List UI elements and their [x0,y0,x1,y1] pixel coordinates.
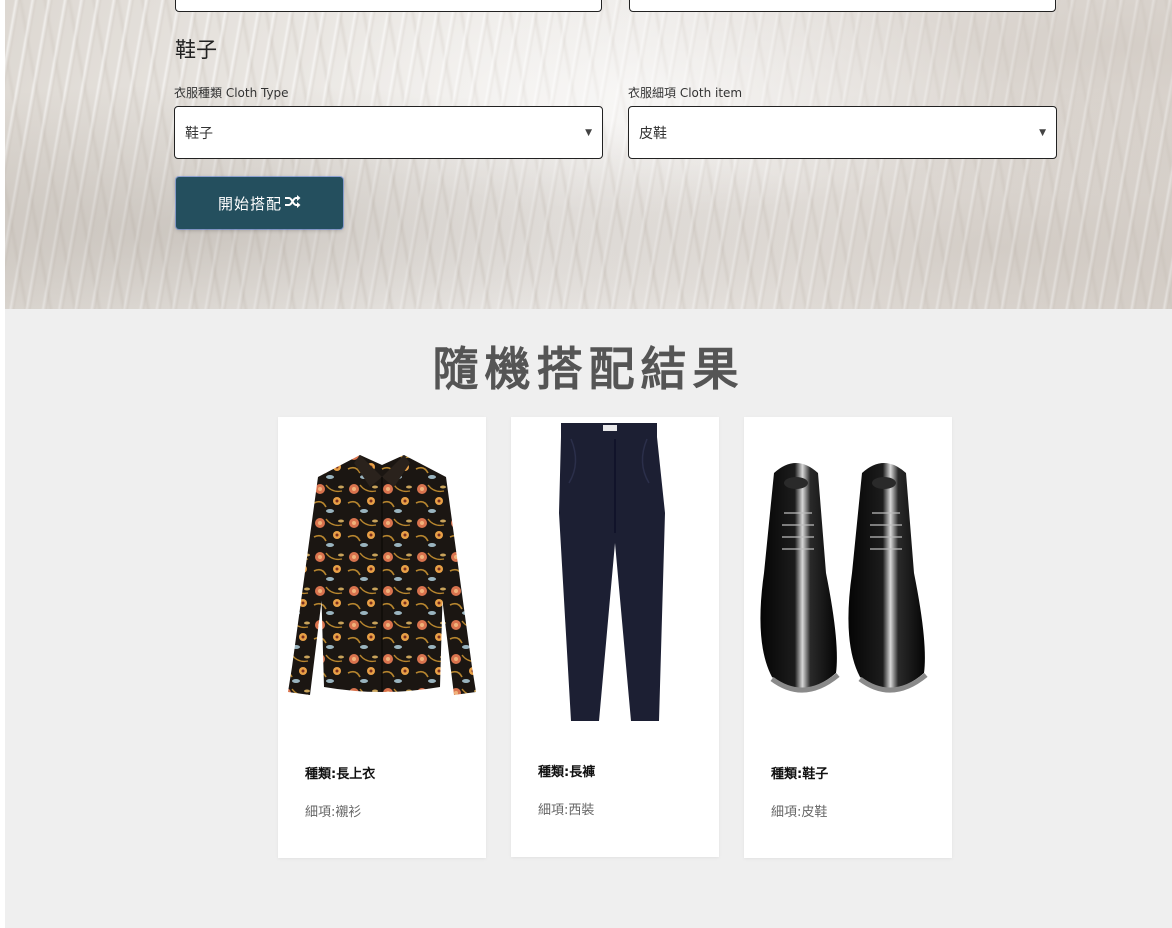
cloth-type-value: 鞋子 [185,125,213,142]
item-type: 種類:鞋子 [771,767,829,782]
cloth-type-label: 衣服種類 Cloth Type [174,86,289,100]
cloth-type-select[interactable]: 鞋子 ▼ [174,106,603,159]
result-card-shirt[interactable]: 種類:長上衣 細項:襯衫 [278,417,486,858]
item-detail: 細項:襯衫 [305,805,362,820]
cloth-item-label: 衣服細項 Cloth item [628,86,743,100]
result-card-shoes[interactable]: 種類:鞋子 細項:皮鞋 [744,417,952,858]
dropdown-arrow-icon: ▼ [585,127,592,138]
section-title: 鞋子 [175,38,217,62]
floral-shirt-image [288,455,476,695]
start-button-label: 開始搭配 [217,195,282,213]
shuffle-icon [284,194,301,212]
black-leather-shoes-image [760,463,928,693]
cloth-item-value: 皮鞋 [639,125,667,142]
item-detail: 細項:西裝 [538,803,595,818]
results-section: 隨機搭配結果 種類:長上衣 細項:襯衫 種類:長褲 細項:西裝 種類:鞋子 細項… [5,309,1172,928]
dropdown-arrow-icon: ▼ [1039,127,1046,138]
result-card-trousers[interactable]: 種類:長褲 細項:西裝 [511,417,719,857]
cloth-item-select[interactable]: 皮鞋 ▼ [628,106,1057,159]
results-title: 隨機搭配結果 [432,342,745,396]
start-matching-button[interactable]: 開始搭配 [176,177,343,229]
previous-select-right[interactable] [629,0,1056,12]
item-detail: 細項:皮鞋 [771,805,828,820]
item-type: 種類:長褲 [538,765,596,780]
previous-select-left[interactable] [175,0,602,12]
navy-trousers-image [559,423,665,721]
item-type: 種類:長上衣 [305,767,376,782]
hero-background: 鞋子 衣服種類 Cloth Type 衣服細項 Cloth item 鞋子 ▼ … [5,0,1172,309]
